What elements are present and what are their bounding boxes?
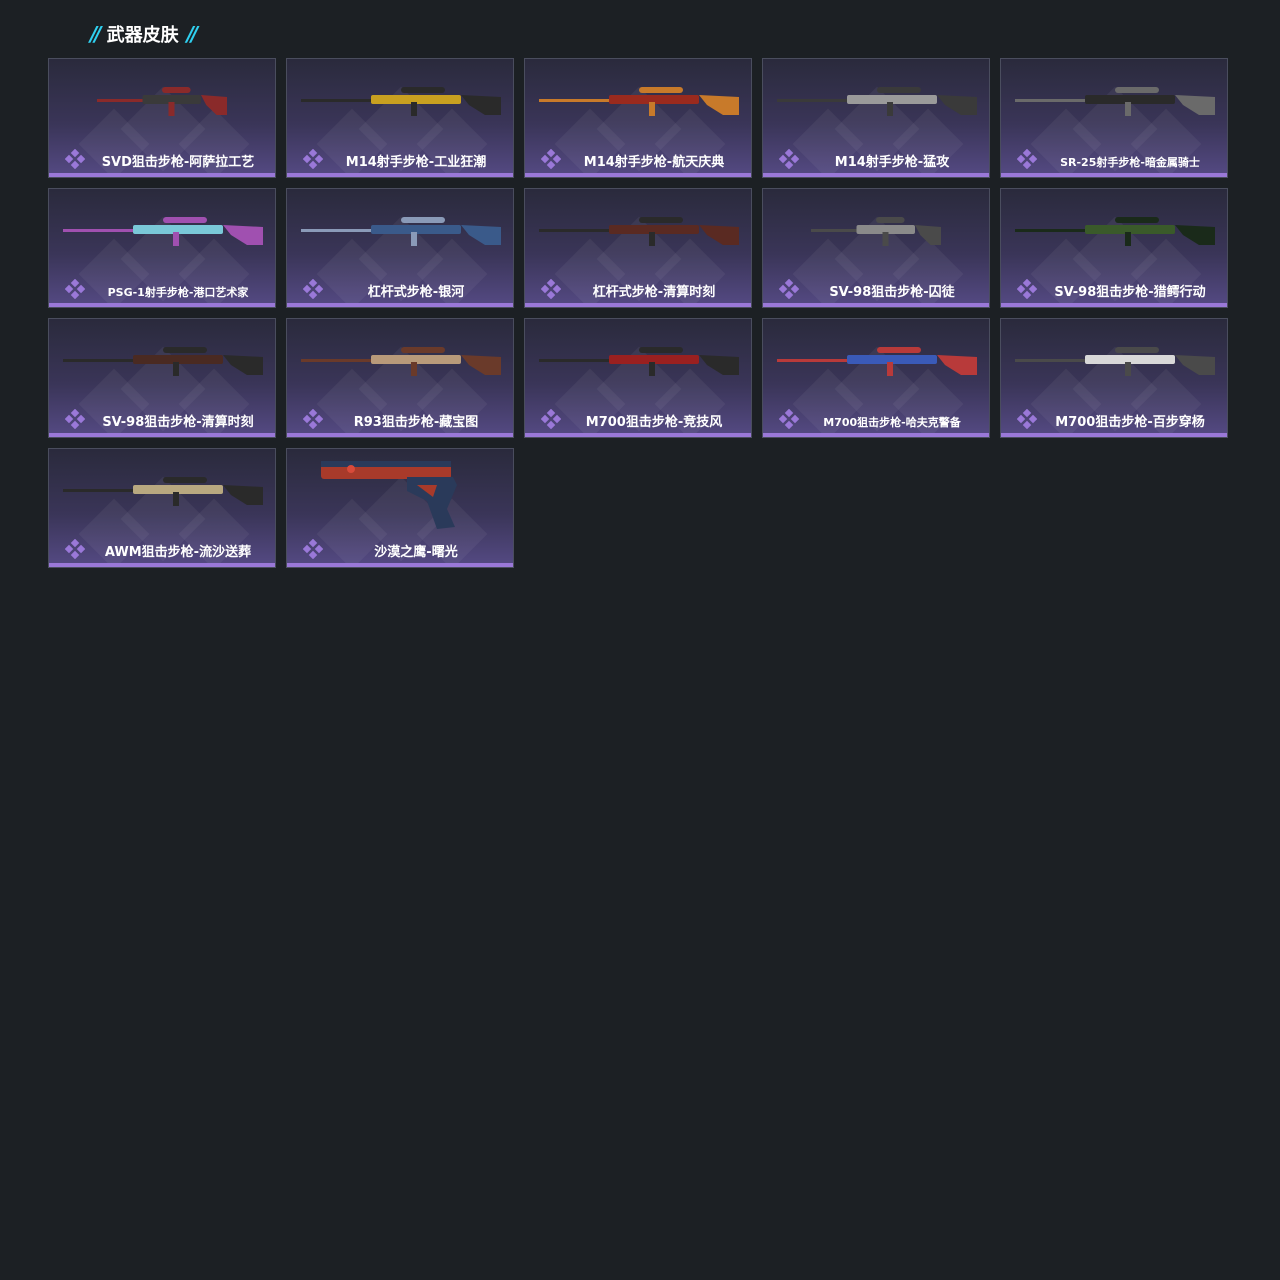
rarity-diamond-icon [779,279,799,299]
skin-name: 杠杆式步枪-清算时刻 [592,285,716,300]
section-title: 武器皮肤 [106,25,179,46]
skin-card[interactable]: M700狙击步枪-百步穿杨 [1000,318,1228,438]
rarity-diamond-icon [1017,149,1037,169]
header-slash-left-icon: // [90,22,101,46]
weapon-image [63,477,263,506]
weapon-image [63,347,263,376]
skin-name: SV-98狙击步枪-清算时刻 [102,415,254,430]
section-header: // 武器皮肤 // [90,20,198,48]
rarity-diamond-icon [65,279,85,299]
skin-card[interactable]: M14射手步枪-航天庆典 [524,58,752,178]
skin-name: M14射手步枪-猛攻 [834,155,950,170]
weapon-image [777,347,977,376]
skin-card[interactable]: M14射手步枪-猛攻 [762,58,990,178]
weapon-image [1015,217,1215,246]
skin-card[interactable]: SV-98狙击步枪-清算时刻 [48,318,276,438]
skin-card[interactable]: SV-98狙击步枪-囚徒 [762,188,990,308]
skin-name: SR-25射手步枪-暗金属骑士 [1060,156,1200,169]
weapon-image [301,217,501,246]
skin-card[interactable]: SR-25射手步枪-暗金属骑士 [1000,58,1228,178]
rarity-diamond-icon [1017,279,1037,299]
skin-name: M700狙击步枪-百步穿杨 [1055,415,1205,430]
rarity-diamond-icon [303,539,323,559]
weapon-image [539,347,739,376]
rarity-diamond-icon [303,279,323,299]
rarity-diamond-icon [541,409,561,429]
rarity-diamond-icon [65,409,85,429]
weapon-image [321,461,457,529]
weapon-image [1015,347,1215,376]
skin-name: SVD狙击步枪-阿萨拉工艺 [101,155,255,170]
skin-name: M700狙击步枪-哈夫克警备 [823,416,961,429]
skin-card[interactable]: M700狙击步枪-哈夫克警备 [762,318,990,438]
skin-card[interactable]: SVD狙击步枪-阿萨拉工艺 [48,58,276,178]
skin-name: M700狙击步枪-竞技风 [585,415,723,430]
weapon-image [301,347,501,376]
weapon-image [63,217,263,246]
weapon-image [811,217,941,246]
header-slash-right-icon: // [186,22,198,46]
skin-name: M14射手步枪-航天庆典 [583,155,725,170]
weapon-image [539,87,739,116]
rarity-diamond-icon [779,409,799,429]
rarity-diamond-icon [541,279,561,299]
rarity-diamond-icon [303,409,323,429]
skin-card[interactable]: 沙漠之鹰-曙光 [286,448,514,568]
skin-card[interactable]: R93狙击步枪-藏宝图 [286,318,514,438]
skin-card[interactable]: M14射手步枪-工业狂潮 [286,58,514,178]
skin-name: PSG-1射手步枪-港口艺术家 [107,286,249,299]
weapon-image [301,87,501,116]
skin-name: 沙漠之鹰-曙光 [374,545,458,560]
skin-card[interactable]: 杠杆式步枪-清算时刻 [524,188,752,308]
weapon-image [777,87,977,116]
rarity-diamond-icon [65,539,85,559]
rarity-diamond-icon [779,149,799,169]
skin-card[interactable]: M700狙击步枪-竞技风 [524,318,752,438]
skin-card[interactable]: AWM狙击步枪-流沙送葬 [48,448,276,568]
skin-name: SV-98狙击步枪-猎鳄行动 [1054,285,1206,300]
weapon-image [539,217,739,246]
skin-name: 杠杆式步枪-银河 [367,285,465,300]
rarity-diamond-icon [541,149,561,169]
rarity-diamond-icon [303,149,323,169]
weapon-image [1015,87,1215,116]
weapon-image [97,87,227,116]
skin-name: AWM狙击步枪-流沙送葬 [104,545,252,560]
skin-name: R93狙击步枪-藏宝图 [353,415,479,430]
skin-name: M14射手步枪-工业狂潮 [345,155,487,170]
skin-grid: SVD狙击步枪-阿萨拉工艺 M14射手步枪-工业狂潮 M14射手步枪-航天庆典 [48,58,1228,568]
skin-name: SV-98狙击步枪-囚徒 [829,285,955,300]
rarity-diamond-icon [65,149,85,169]
skin-card[interactable]: SV-98狙击步枪-猎鳄行动 [1000,188,1228,308]
rarity-diamond-icon [1017,409,1037,429]
skin-card[interactable]: PSG-1射手步枪-港口艺术家 [48,188,276,308]
skin-card[interactable]: 杠杆式步枪-银河 [286,188,514,308]
